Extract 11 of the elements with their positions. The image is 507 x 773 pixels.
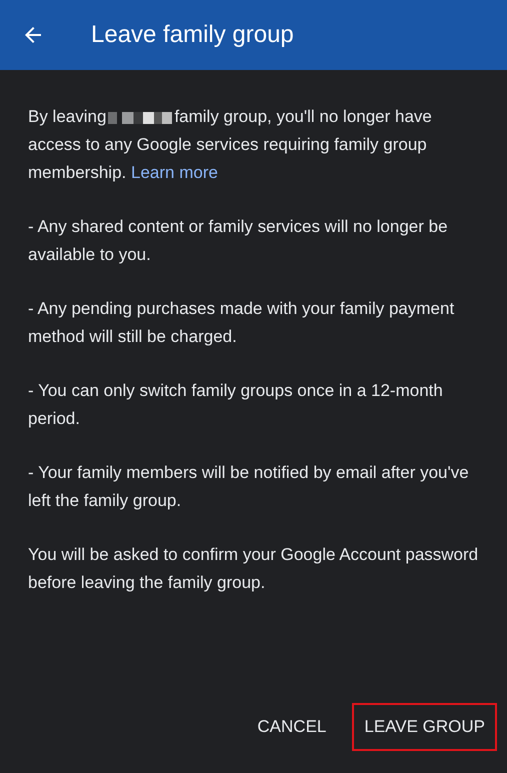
cancel-button[interactable]: CANCEL xyxy=(245,703,338,751)
info-point: - Your family members will be notified by email after you've left the family group. xyxy=(28,462,470,512)
learn-more-link[interactable]: Learn more xyxy=(131,163,218,182)
info-point: - Any shared content or family services will no longer be available to you. xyxy=(28,216,449,266)
redacted-name xyxy=(108,112,172,124)
info-point: - You can only switch family groups once in a 12-month period. xyxy=(28,380,444,430)
leave-group-button[interactable]: LEAVE GROUP xyxy=(352,703,497,751)
info-point: - Any pending purchases made with your family payment method will still be charged. xyxy=(28,298,456,348)
password-note: You will be asked to confirm your Google Account password before leaving the family group. xyxy=(28,544,480,594)
intro-paragraph: By leaving family group, you'll no longer have access to any Google services requiring family group membership. Learn more xyxy=(28,106,433,184)
page-title: Leave family group xyxy=(91,21,294,49)
